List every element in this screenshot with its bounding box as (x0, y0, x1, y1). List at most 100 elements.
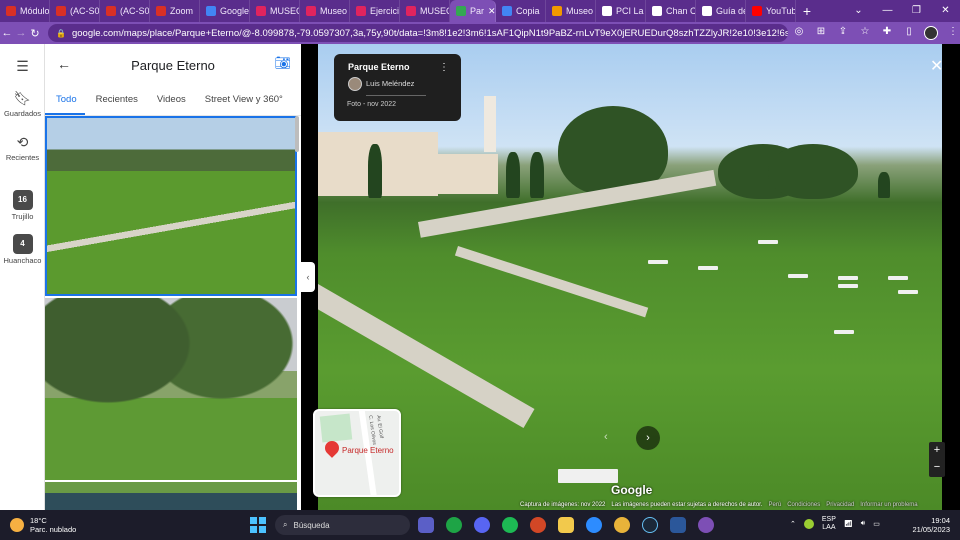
menu-button[interactable]: ☰ (0, 58, 45, 77)
photo-thumbnail-selected[interactable] (45, 116, 297, 296)
browser-tab[interactable]: YouTube (746, 0, 796, 22)
battery-icon[interactable]: ▭ (873, 520, 880, 528)
share-icon[interactable]: ⇪ (836, 26, 850, 40)
lang-line1: ESP (821, 516, 836, 523)
capture-date: Captura de imágenes: nov 2022 (520, 502, 606, 508)
chrome-icon[interactable] (614, 517, 630, 533)
next-photo-button[interactable]: › (636, 426, 660, 450)
zoom-out-button[interactable]: − (929, 459, 945, 476)
photo-filter-tab[interactable]: Street View y 360° (194, 86, 291, 115)
recent-place-trujillo[interactable]: 16 Trujillo (0, 190, 45, 221)
back-arrow-icon[interactable]: ← (57, 56, 71, 72)
close-window-button[interactable]: ✕ (931, 0, 960, 22)
photo-thumbnail[interactable] (45, 482, 297, 510)
tray-app-icon[interactable] (803, 519, 814, 529)
tab-search-icon[interactable]: ⌄ (844, 0, 873, 22)
lang-line2: LAA (822, 524, 836, 531)
edge-icon[interactable] (446, 517, 462, 533)
panel-scrollbar[interactable] (295, 116, 299, 152)
place-thumbnail: 16 (12, 190, 33, 210)
more-options-icon[interactable]: ⋮ (439, 62, 449, 73)
tab-favicon-icon (602, 6, 612, 16)
restore-button[interactable]: ❐ (902, 0, 931, 22)
back-arrow-icon[interactable]: ← (0, 27, 14, 39)
spotify-icon[interactable] (502, 517, 518, 533)
extensions-icon[interactable]: ✚ (880, 26, 894, 40)
teams-icon[interactable] (418, 517, 434, 533)
start-button[interactable] (250, 517, 266, 533)
tab-favicon-icon (256, 6, 266, 16)
taskbar-search[interactable]: ⌕ Búsqueda (275, 515, 410, 535)
previous-photo-icon[interactable]: ‹ (604, 431, 608, 443)
forward-arrow-icon[interactable]: → (14, 27, 28, 39)
browser-tab[interactable]: Par ✕ (450, 0, 496, 22)
tab-favicon-icon (156, 6, 166, 16)
close-icon[interactable]: ✕ (930, 56, 943, 76)
file-explorer-icon[interactable] (558, 517, 574, 533)
powerpoint-icon[interactable] (530, 517, 546, 533)
chrome-profile-icon[interactable] (698, 517, 714, 533)
windows-taskbar: 18°C Parc. nublado ⌕ Búsqueda ⌃ ESP LAA … (0, 510, 960, 540)
reload-icon[interactable]: ↻ (28, 27, 42, 40)
footer-link[interactable]: Perú (769, 502, 782, 508)
discord-icon[interactable] (474, 517, 490, 533)
recent-label: Recientes (5, 153, 40, 162)
browser-tab[interactable]: Copia (496, 0, 546, 22)
minimap[interactable]: C. Los Olivos Av. El Golf Parque Eterno (313, 409, 401, 497)
browser-tab[interactable]: Chan C (646, 0, 696, 22)
browser-tab[interactable]: Módulo (0, 0, 50, 22)
collapse-panel-button[interactable]: ‹ (301, 262, 315, 292)
browser-tab[interactable]: Guía de (696, 0, 746, 22)
zoom-in-button[interactable]: + (929, 442, 945, 459)
volume-icon[interactable]: 🔊︎ (861, 520, 865, 528)
browser-tab[interactable]: (AC-S0 (100, 0, 150, 22)
chevron-up-icon[interactable]: ⌃ (790, 520, 796, 528)
browser-menu-icon[interactable]: ⋮ (946, 26, 960, 40)
sidepanel-icon[interactable]: ▯ (902, 26, 916, 40)
recent-place-huanchaco[interactable]: 4 Huanchaco (0, 234, 45, 265)
google-lens-icon[interactable]: ◎ (792, 26, 806, 40)
footer-link[interactable]: Privacidad (826, 502, 854, 508)
tab-title: PCI La (616, 6, 644, 16)
zoom-control: + − (929, 442, 945, 477)
browser-tab[interactable]: Museo (546, 0, 596, 22)
minimize-button[interactable]: — (873, 0, 902, 22)
browser-tab[interactable]: Google (200, 0, 250, 22)
new-tab-button[interactable]: + (796, 3, 818, 19)
browser-tab[interactable]: Museo (300, 0, 350, 22)
recent-button[interactable]: ⟲ Recientes (0, 134, 45, 162)
word-icon[interactable] (670, 517, 686, 533)
saved-button[interactable]: 🔖︎ Guardados (0, 90, 45, 118)
browser-tab[interactable]: MUSEO (400, 0, 450, 22)
footer-link[interactable]: Informar un problema (860, 502, 917, 508)
tab-favicon-icon (456, 6, 466, 16)
author-avatar[interactable] (348, 77, 362, 91)
add-photo-icon[interactable]: 📷︎ (274, 55, 291, 71)
browser-tab[interactable]: Zoom (150, 0, 200, 22)
wifi-icon[interactable]: 📶︎ (844, 520, 853, 528)
bookmark-star-icon[interactable]: ☆ (858, 26, 872, 40)
grave-plaque (898, 290, 918, 294)
footer-link[interactable]: Condiciones (787, 502, 820, 508)
close-tab-icon[interactable]: ✕ (488, 6, 495, 17)
author-name[interactable]: Luis Meléndez (366, 79, 414, 88)
browser-tab[interactable]: (AC-S0 (50, 0, 100, 22)
weather-widget[interactable]: 18°C Parc. nublado (10, 516, 76, 534)
photo-filter-tab[interactable]: Todo (45, 86, 85, 115)
steam-icon[interactable] (642, 517, 658, 533)
language-indicator[interactable]: ESP LAA (822, 516, 836, 532)
install-app-icon[interactable]: ⊞ (814, 26, 828, 40)
clock[interactable]: 19:04 21/05/2023 (912, 516, 950, 534)
photo-filter-tab[interactable]: Videos (146, 86, 194, 115)
profile-avatar[interactable] (924, 26, 938, 40)
photo-thumbnail[interactable] (45, 298, 297, 480)
lock-icon[interactable]: 🔒 (56, 29, 66, 38)
photo-filter-tab[interactable]: Recientes (85, 86, 146, 115)
attribution-bar: Captura de imágenes: nov 2022 Las imágen… (520, 502, 918, 508)
browser-tab[interactable]: Ejercicio (350, 0, 400, 22)
browser-tab[interactable]: MUSEO (250, 0, 300, 22)
zoom-app-icon[interactable] (586, 517, 602, 533)
tab-title: YouTube (766, 6, 796, 16)
browser-tab[interactable]: PCI La (596, 0, 646, 22)
address-bar[interactable]: 🔒 google.com/maps/place/Parque+Eterno/@-… (48, 24, 788, 42)
